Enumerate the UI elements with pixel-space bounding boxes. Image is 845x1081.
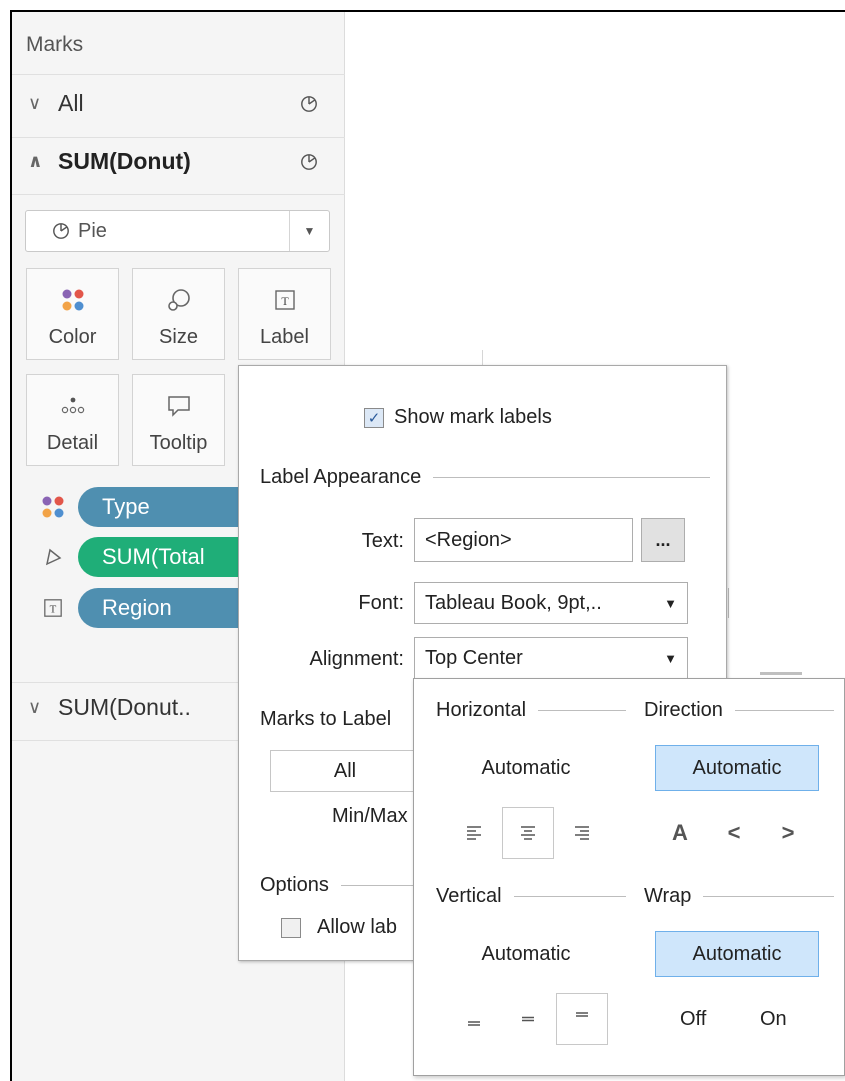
divider: [340, 885, 420, 886]
section-heading: Wrap: [644, 885, 692, 907]
size-icon: [36, 547, 70, 567]
marks-card-all[interactable]: ∨ All: [28, 90, 328, 117]
color-button-label: Color: [48, 326, 97, 348]
marks-card-label: All: [58, 90, 84, 116]
label-appearance-heading: Label Appearance: [260, 466, 710, 489]
color-dots-icon: [36, 495, 70, 519]
section-heading: Label Appearance: [260, 466, 422, 488]
marks-card-label: SUM(Donut..: [58, 694, 191, 720]
font-value: Tableau Book, 9pt,..: [425, 591, 602, 614]
label-button[interactable]: T Label: [238, 268, 331, 360]
text-box-icon: T: [274, 282, 296, 318]
wrap-heading: Wrap: [644, 885, 834, 908]
alignment-field-label: Alignment:: [309, 648, 405, 670]
chevron-down-icon: ∨: [28, 93, 42, 113]
text-field[interactable]: <Region>: [414, 518, 633, 562]
pie-icon: [301, 153, 317, 170]
direction-horizontal-button[interactable]: A: [654, 807, 706, 859]
detail-button-label: Detail: [46, 432, 99, 454]
marks-pane-title: Marks: [26, 33, 84, 56]
divider: [734, 710, 834, 711]
color-button[interactable]: Color: [26, 268, 119, 360]
marks-to-label-heading: Marks to Label: [260, 708, 392, 730]
show-mark-labels-checkbox[interactable]: ✓: [364, 407, 384, 428]
allow-labels-option[interactable]: Allow lab: [281, 916, 397, 939]
direction-glyph: >: [781, 820, 795, 845]
align-middle-icon[interactable]: [502, 993, 554, 1045]
show-mark-labels-label: Show mark labels: [394, 406, 552, 428]
vertical-automatic-button[interactable]: Automatic: [444, 931, 608, 977]
direction-heading: Direction: [644, 699, 834, 722]
detail-button[interactable]: Detail: [26, 374, 119, 466]
align-bottom-icon[interactable]: [448, 993, 500, 1045]
alignment-value: Top Center: [425, 646, 523, 669]
align-right-icon[interactable]: [556, 807, 608, 859]
chevron-up-icon: ∧: [28, 151, 43, 171]
wrap-on-option[interactable]: On: [760, 1008, 787, 1031]
mark-type-label: Pie: [78, 219, 107, 242]
tooltip-button-label: Tooltip: [149, 432, 208, 454]
align-top-icon[interactable]: [556, 993, 608, 1045]
divider: [12, 137, 345, 138]
marks-card-sum-donut[interactable]: ∧ SUM(Donut): [28, 148, 328, 175]
text-field-label: Text:: [361, 530, 404, 552]
pie-icon: [301, 95, 317, 112]
pie-icon: [53, 223, 69, 239]
section-heading: Vertical: [436, 885, 502, 907]
marks-card-label: SUM(Donut): [58, 148, 191, 174]
wrap-off-option[interactable]: Off: [680, 1008, 706, 1031]
alignment-dropdown[interactable]: Top Center ▼: [414, 637, 688, 679]
chevron-down-icon[interactable]: ▼: [289, 211, 329, 251]
canvas-gridline: [728, 588, 729, 618]
divider: [12, 74, 345, 75]
direction-glyph: <: [727, 820, 741, 845]
direction-glyph: A: [672, 820, 688, 845]
text-box-icon: T: [36, 598, 70, 618]
vertical-heading: Vertical: [436, 885, 626, 908]
marks-to-label-minmax[interactable]: Min/Max: [332, 805, 408, 828]
horizontal-automatic-button[interactable]: Automatic: [444, 745, 608, 791]
divider: [433, 477, 710, 478]
font-field-label: Font:: [358, 592, 404, 614]
chevron-down-icon: ▼: [664, 595, 677, 611]
divider: [703, 896, 834, 897]
show-mark-labels-option[interactable]: ✓ Show mark labels: [364, 406, 552, 429]
svg-text:T: T: [281, 294, 289, 308]
tooltip-button[interactable]: Tooltip: [132, 374, 225, 466]
options-heading: Options: [260, 874, 420, 897]
edit-text-button[interactable]: ...: [641, 518, 685, 562]
detail-dots-icon: [61, 388, 85, 424]
color-dots-icon: [61, 282, 85, 318]
direction-up-button[interactable]: <: [708, 807, 760, 859]
svg-text:T: T: [50, 604, 57, 616]
divider: [513, 896, 626, 897]
direction-down-button[interactable]: >: [762, 807, 814, 859]
align-center-icon[interactable]: [502, 807, 554, 859]
label-button-label: Label: [260, 326, 309, 348]
marks-card-sum-donut-2[interactable]: ∨ SUM(Donut..: [28, 694, 191, 721]
canvas-gridline: [760, 672, 802, 675]
section-heading: Direction: [644, 699, 723, 721]
allow-labels-checkbox[interactable]: [281, 917, 301, 938]
alignment-popup: Horizontal Direction Automatic Automatic…: [413, 678, 845, 1076]
allow-labels-label: Allow lab: [317, 916, 398, 938]
chevron-down-icon: ▼: [664, 650, 677, 666]
horizontal-heading: Horizontal: [436, 699, 626, 722]
divider: [12, 194, 345, 195]
font-dropdown[interactable]: Tableau Book, 9pt,.. ▼: [414, 582, 688, 624]
size-button[interactable]: Size: [132, 268, 225, 360]
mark-type-dropdown[interactable]: Pie ▼: [25, 210, 330, 252]
wrap-automatic-button[interactable]: Automatic: [655, 931, 819, 977]
divider: [538, 710, 626, 711]
size-icon: [166, 282, 192, 318]
size-button-label: Size: [159, 326, 198, 348]
chevron-down-icon: ∨: [28, 697, 42, 717]
text-field-value: <Region>: [425, 528, 512, 551]
align-left-icon[interactable]: [448, 807, 500, 859]
marks-to-label-all[interactable]: All: [270, 750, 420, 792]
speech-bubble-icon: [166, 388, 192, 424]
section-heading: Horizontal: [436, 699, 527, 721]
section-heading: Options: [260, 874, 329, 896]
direction-automatic-button[interactable]: Automatic: [655, 745, 819, 791]
